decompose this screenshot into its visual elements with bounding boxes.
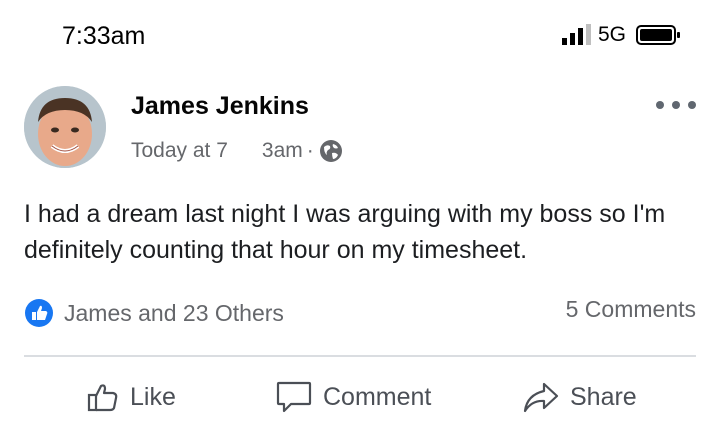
timestamp-separator: · [306,139,314,162]
battery-icon [636,25,680,45]
share-button[interactable]: Share [522,372,637,422]
status-time: 7:33am [62,22,146,50]
thumbs-up-icon [87,384,118,412]
share-arrow-icon [523,382,559,413]
post-timestamp[interactable]: Today at 7 3am · [131,138,344,164]
reactions-summary[interactable]: James and 23 Others [64,300,284,327]
comments-count[interactable]: 5 Comments [566,296,696,323]
avatar[interactable] [24,86,106,168]
more-options-icon[interactable] [655,100,697,110]
like-button[interactable]: Like [86,372,176,422]
share-label: Share [570,382,637,411]
timestamp-part-1: Today at 7 [131,139,228,162]
like-label: Like [130,382,176,411]
timestamp-part-2: 3am [261,139,303,162]
author-name[interactable]: James Jenkins [131,92,309,121]
divider [24,355,696,357]
comment-button[interactable]: Comment [275,372,431,422]
signal-bars-icon [562,24,591,45]
post-text: I had a dream last night I was arguing w… [24,200,666,264]
globe-icon [319,140,342,162]
comment-label: Comment [323,382,432,411]
comment-bubble-icon [276,381,312,413]
like-reaction-icon[interactable] [24,298,54,328]
network-type-label: 5G [598,23,627,46]
profile-photo-icon [24,86,106,168]
